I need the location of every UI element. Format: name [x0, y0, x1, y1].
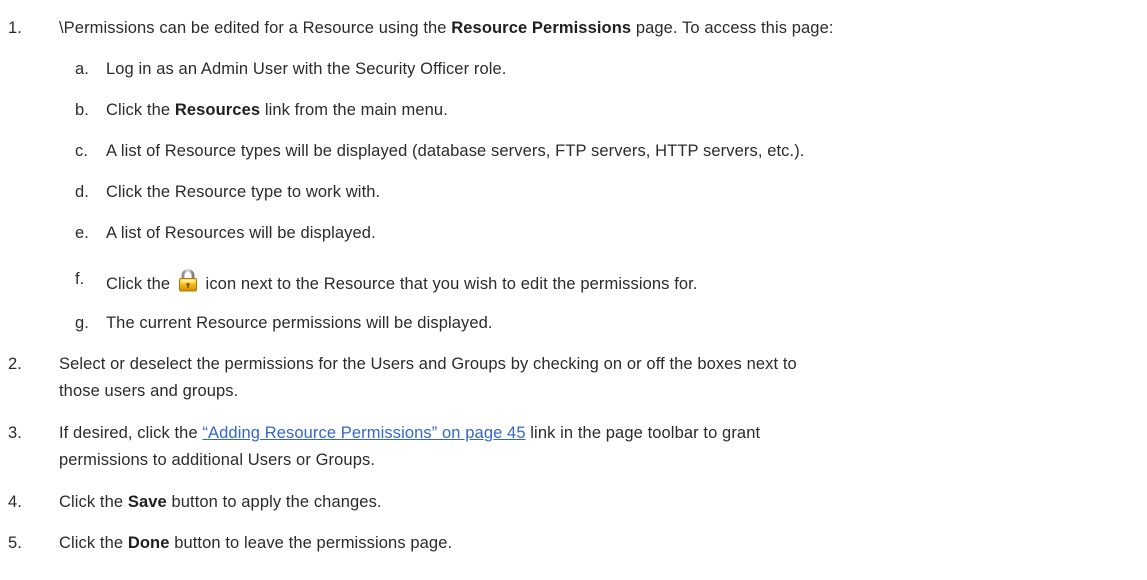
step-text: If desired, click the “Adding Resource P… — [59, 422, 760, 444]
step-text-post: link in the page toolbar to grant — [525, 424, 761, 442]
substep-text: A list of Resource types will be display… — [106, 142, 805, 160]
substep-text: Log in as an Admin User with the Securit… — [106, 60, 507, 78]
substep-letter: e. — [75, 224, 89, 242]
step-number: 4. — [8, 493, 22, 511]
step-text: permissions to additional Users or Group… — [59, 451, 375, 469]
step-text: Click the Save button to apply the chang… — [59, 491, 382, 513]
substep-letter: f. — [75, 270, 85, 288]
substep-text-pre: Click the — [106, 275, 171, 293]
substep-letter: b. — [75, 101, 89, 119]
substep-text: Click the Resource type to work with. — [106, 183, 381, 201]
substep-text: The current Resource permissions will be… — [106, 314, 493, 332]
step-text-bold: Save — [127, 493, 167, 511]
substep-text-post: icon next to the Resource that you wish … — [205, 275, 698, 293]
substep-letter: c. — [75, 142, 89, 160]
step-number: 5. — [8, 534, 22, 552]
substep-letter: g. — [75, 314, 89, 332]
substep-text-post: link from the main menu. — [260, 101, 448, 119]
substep-text: A list of Resources will be displayed. — [106, 224, 376, 242]
lock-icon — [177, 268, 199, 292]
substep-letter: d. — [75, 183, 89, 201]
substep-text-pre: Click the — [106, 101, 175, 119]
step-text: those users and groups. — [59, 382, 239, 400]
step-text-post: button to leave the permissions page. — [169, 534, 453, 552]
step-text-pre: Click the — [59, 493, 128, 511]
step-text-bold: Done — [127, 534, 170, 552]
adding-resource-permissions-link[interactable]: “Adding Resource Permissions” on page 45 — [202, 424, 525, 442]
step-text-pre: If desired, click the — [59, 424, 203, 442]
step-text: Select or deselect the permissions for t… — [59, 355, 797, 373]
step-text: Click the Done button to leave the permi… — [59, 532, 452, 554]
step-text-post: page. To access this page: — [631, 19, 834, 37]
substep-text-bold: Resources — [174, 101, 261, 119]
step-number: 3. — [8, 424, 22, 442]
substep-text: Click the icon next to the Resource that… — [106, 268, 698, 295]
step-number: 1. — [8, 19, 22, 37]
step-text-pre: \Permissions can be edited for a Resourc… — [59, 19, 452, 37]
substep-text: Click the Resources link from the main m… — [106, 99, 448, 121]
document-page: 1. \Permissions can be edited for a Reso… — [0, 0, 1147, 580]
step-text-post: button to apply the changes. — [166, 493, 382, 511]
step-number: 2. — [8, 355, 22, 373]
step-text: \Permissions can be edited for a Resourc… — [59, 17, 834, 39]
substep-letter: a. — [75, 60, 89, 78]
step-text-bold: Resource Permissions — [451, 19, 632, 37]
step-text-pre: Click the — [59, 534, 128, 552]
